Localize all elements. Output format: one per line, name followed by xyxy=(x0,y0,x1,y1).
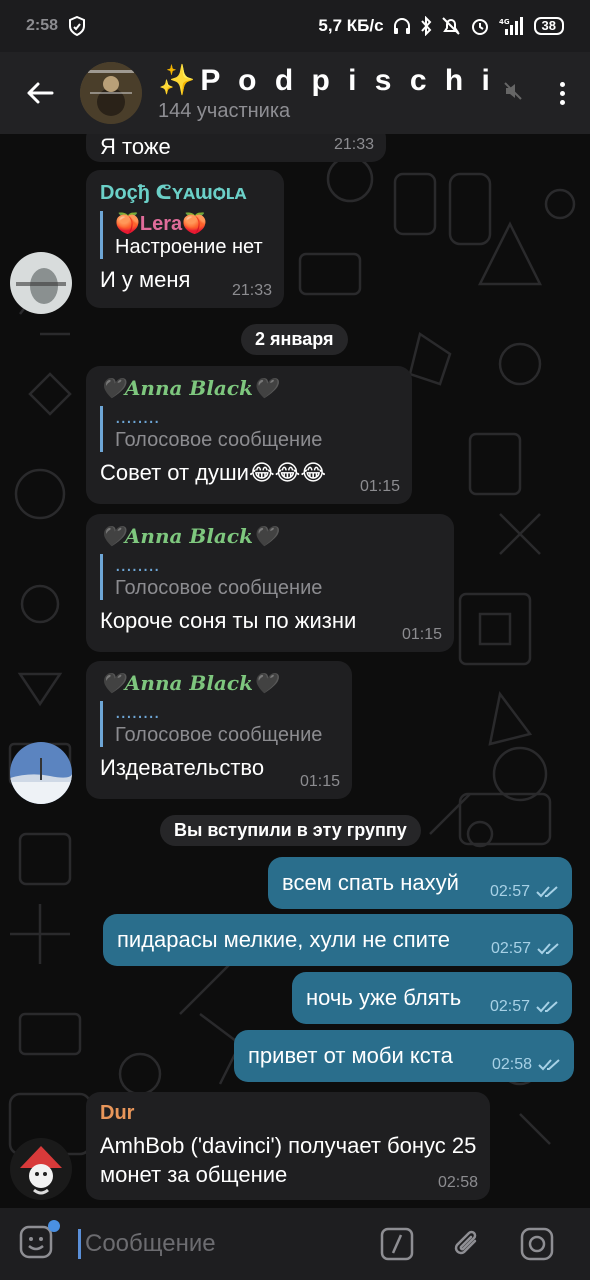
outgoing-message-bubble[interactable]: пидарасы мелкие, хули не спите 02:57 xyxy=(103,914,573,966)
date-separator: 2 января xyxy=(241,324,348,355)
double-check-icon xyxy=(536,886,558,898)
back-button[interactable] xyxy=(0,52,80,134)
avatar[interactable] xyxy=(10,1138,72,1200)
bluetooth-icon xyxy=(420,16,431,36)
message-bubble[interactable]: 🖤Anna Black🖤 ........ Голосовое сообщени… xyxy=(86,366,412,504)
reply-author: ........ xyxy=(115,701,160,723)
notification-dot xyxy=(48,1220,60,1232)
message-time: 21:33 xyxy=(333,136,374,153)
arrow-left-icon xyxy=(27,82,54,104)
member-count: 144 участника xyxy=(158,100,291,122)
attach-button[interactable] xyxy=(432,1208,502,1280)
camera-icon xyxy=(520,1227,554,1261)
reply-text: Голосовое сообщение xyxy=(115,429,323,451)
sender-name[interactable]: 🖤Anna Black🖤 xyxy=(100,376,398,400)
muted-icon xyxy=(504,81,534,105)
headphones-icon xyxy=(393,18,410,34)
double-check-icon xyxy=(537,943,559,955)
avatar[interactable] xyxy=(10,742,72,804)
message-bubble[interactable]: Я тоже 21:33 xyxy=(86,134,386,162)
sticker-button[interactable] xyxy=(18,1220,60,1264)
reply-author: 🍑Lera🍑 xyxy=(115,213,208,235)
chat-title: ✨P o d p i s c h i k… xyxy=(158,64,504,97)
outgoing-message-bubble[interactable]: ночь уже блять 02:57 xyxy=(292,972,572,1024)
sender-name[interactable]: Dur xyxy=(100,1102,476,1125)
alarm-icon xyxy=(471,19,488,35)
camera-button[interactable] xyxy=(502,1208,572,1280)
bot-command-button[interactable] xyxy=(362,1208,432,1280)
reply-author: ........ xyxy=(115,554,160,576)
message-bubble[interactable]: Dur AmhBob ('davinci') получает бонус 25… xyxy=(86,1092,490,1200)
shield-icon xyxy=(69,16,86,36)
status-bar: 2:58 5,7 КБ/с 4G 38 xyxy=(0,0,590,52)
signal-icon: 4G xyxy=(499,17,523,35)
reply-quote[interactable]: 🍑Lera🍑 Настроение нет xyxy=(100,211,270,259)
battery-indicator: 38 xyxy=(533,17,564,35)
chat-title-block[interactable]: ✨P o d p i s c h i k… 144 участника xyxy=(158,63,504,123)
message-text: AmhBob ('davinci') получает бонус 25 мон… xyxy=(100,1133,477,1187)
message-time: 02:57 xyxy=(491,940,561,958)
message-time: 02:58 xyxy=(437,1174,478,1191)
group-avatar[interactable] xyxy=(80,62,142,124)
sender-name[interactable]: 🖤Anna Black🖤 xyxy=(100,524,440,548)
bell-off-icon xyxy=(441,17,460,35)
message-time: 02:57 xyxy=(490,998,560,1016)
message-input[interactable]: Сообщение xyxy=(78,1229,362,1259)
message-text: Совет от души😂😂😂 xyxy=(100,460,327,485)
message-time: 02:57 xyxy=(490,883,560,901)
message-bubble[interactable]: 🖤Anna Black🖤 ........ Голосовое сообщени… xyxy=(86,514,454,652)
message-bubble[interactable]: 🖤Anna Black🖤 ........ Голосовое сообщени… xyxy=(86,661,352,799)
message-bubble[interactable]: Dᴏçђ ᕦʏᴀɯѻʟᴀ 🍑Lera🍑 Настроение нет И у м… xyxy=(86,170,284,308)
reply-author: ........ xyxy=(115,406,160,428)
message-time: 01:15 xyxy=(401,626,442,643)
service-message: Вы вступили в эту группу xyxy=(160,815,421,846)
reply-text: Настроение нет xyxy=(115,236,263,258)
chat-header: ✨P o d p i s c h i k… 144 участника xyxy=(0,52,590,134)
double-check-icon xyxy=(536,1001,558,1013)
reply-text: Голосовое сообщение xyxy=(115,577,323,599)
message-input-bar: Сообщение xyxy=(0,1208,590,1280)
reply-text: Голосовое сообщение xyxy=(115,724,323,746)
message-text: Я тоже xyxy=(100,134,171,159)
outgoing-message-bubble[interactable]: привет от моби кста 02:58 xyxy=(234,1030,574,1082)
message-list[interactable]: Я тоже 21:33 Dᴏçђ ᕦʏᴀɯѻʟᴀ 🍑Lera🍑 Настрое… xyxy=(0,134,590,1208)
message-time: 21:33 xyxy=(231,282,272,299)
avatar[interactable] xyxy=(10,252,72,314)
outgoing-message-bubble[interactable]: всем спать нахуй 02:57 xyxy=(268,857,572,909)
slash-command-icon xyxy=(380,1227,414,1261)
reply-quote[interactable]: ........ Голосовое сообщение xyxy=(100,406,398,452)
double-check-icon xyxy=(538,1059,560,1071)
message-time: 01:15 xyxy=(299,773,340,790)
reply-quote[interactable]: ........ Голосовое сообщение xyxy=(100,554,440,600)
reply-quote[interactable]: ........ Голосовое сообщение xyxy=(100,701,338,747)
message-time: 01:15 xyxy=(359,478,400,495)
paperclip-icon xyxy=(454,1230,477,1255)
network-speed: 5,7 КБ/с xyxy=(318,16,384,35)
message-time: 02:58 xyxy=(492,1056,562,1074)
message-text: Короче соня ты по жизни xyxy=(100,608,357,633)
svg-text:4G: 4G xyxy=(499,18,510,26)
status-time: 2:58 xyxy=(26,17,59,34)
sender-name[interactable]: Dᴏçђ ᕦʏᴀɯѻʟᴀ xyxy=(100,180,270,205)
sender-name[interactable]: 🖤Anna Black🖤 xyxy=(100,671,338,695)
more-menu-button[interactable] xyxy=(534,81,590,105)
